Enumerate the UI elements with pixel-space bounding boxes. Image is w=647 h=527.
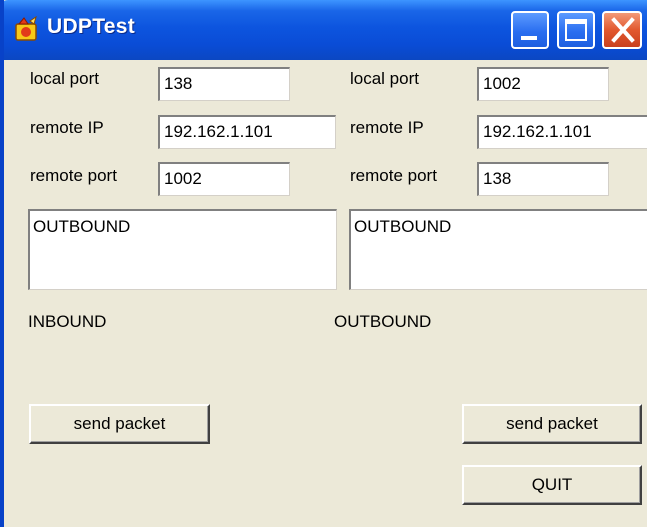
left-remote-port-field[interactable]: 1002: [158, 162, 290, 196]
left-remote-ip-field[interactable]: 192.162.1.101: [158, 115, 336, 149]
udptest-window: UDPTest local port 138 remote IP 192.162…: [0, 0, 647, 527]
right-remote-ip-label: remote IP: [350, 118, 424, 137]
minimize-icon: [521, 36, 537, 40]
minimize-button[interactable]: [511, 11, 549, 49]
left-remote-port-label: remote port: [30, 166, 117, 185]
left-local-port-field[interactable]: 138: [158, 67, 290, 101]
right-local-port-label: local port: [350, 69, 419, 88]
app-icon: [15, 16, 37, 41]
right-remote-port-field[interactable]: 138: [477, 162, 609, 196]
right-outbound-label: OUTBOUND: [334, 312, 432, 331]
maximize-icon: [565, 19, 587, 41]
right-send-packet-button[interactable]: send packet: [462, 404, 642, 444]
right-outbound-textarea[interactable]: OUTBOUND: [349, 209, 647, 290]
quit-button[interactable]: QUIT: [462, 465, 642, 505]
left-outbound-textarea[interactable]: OUTBOUND: [28, 209, 337, 290]
left-send-packet-button[interactable]: send packet: [29, 404, 210, 444]
close-button[interactable]: [602, 11, 642, 49]
title-bar[interactable]: UDPTest: [4, 0, 647, 60]
right-remote-port-label: remote port: [350, 166, 437, 185]
left-remote-ip-label: remote IP: [30, 118, 104, 137]
left-local-port-label: local port: [30, 69, 99, 88]
inbound-label: INBOUND: [28, 312, 107, 331]
right-outbound-text: OUTBOUND: [354, 217, 452, 236]
right-remote-ip-field[interactable]: 192.162.1.101: [477, 115, 647, 149]
left-outbound-text: OUTBOUND: [33, 217, 131, 236]
maximize-button[interactable]: [557, 11, 595, 49]
close-icon: [611, 17, 635, 43]
right-local-port-field[interactable]: 1002: [477, 67, 609, 101]
window-title: UDPTest: [47, 15, 136, 38]
